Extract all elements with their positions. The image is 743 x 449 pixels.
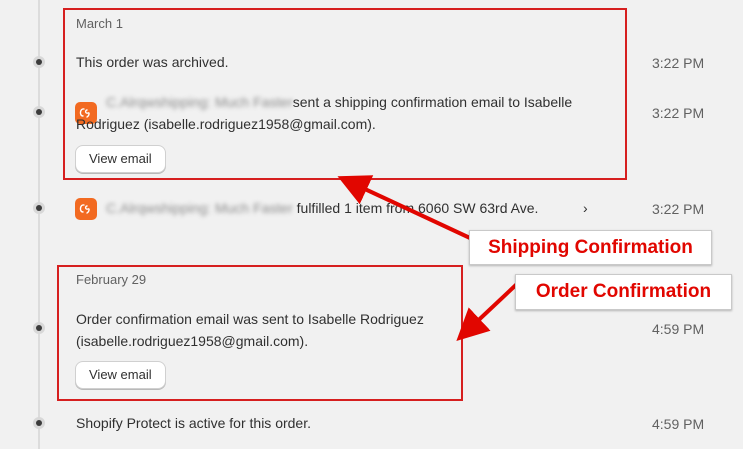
shipping-confirmation-callout: Shipping Confirmation	[469, 230, 712, 265]
order-confirmation-callout: Order Confirmation	[515, 274, 732, 310]
annotation-arrows	[337, 175, 520, 341]
order-arrow	[456, 281, 520, 341]
shipping-arrow	[337, 175, 471, 240]
